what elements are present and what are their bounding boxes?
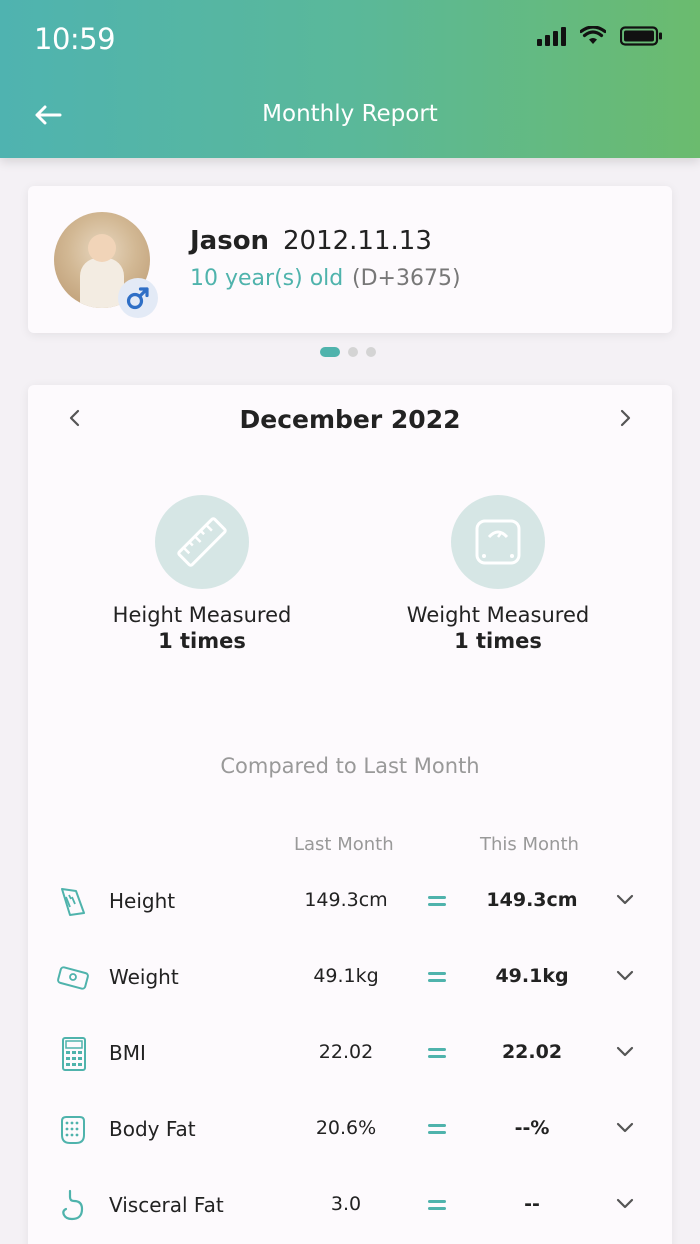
page-title: Monthly Report	[262, 101, 438, 127]
metric-name: Height	[109, 889, 176, 913]
metric-last-month: 49.1kg	[313, 965, 379, 987]
wifi-icon	[580, 26, 606, 44]
compare-title: Compared to Last Month	[220, 754, 480, 778]
ruler-icon	[155, 495, 249, 589]
chevron-right-icon[interactable]	[614, 407, 636, 429]
scale-icon	[451, 495, 545, 589]
page-dot[interactable]	[320, 347, 340, 357]
profile-birthdate: 2012.11.13	[283, 226, 432, 256]
battery-icon	[620, 26, 662, 46]
height-measured-count: 1 times	[158, 629, 246, 653]
column-header-this-month: This Month	[480, 834, 579, 855]
metric-name: BMI	[109, 1041, 146, 1065]
metric-row-visceral-fat[interactable]: Visceral Fat 3.0 --	[28, 1189, 672, 1244]
metric-this-month: --%	[514, 1117, 550, 1139]
metric-row-bmi[interactable]: BMI 22.02 22.02	[28, 1037, 672, 1097]
calculator-icon	[62, 1037, 86, 1071]
chevron-down-icon[interactable]	[615, 891, 635, 907]
page-dot[interactable]	[366, 347, 376, 357]
column-header-last-month: Last Month	[294, 834, 394, 855]
metric-this-month: 149.3cm	[486, 889, 578, 911]
metric-last-month: 22.02	[318, 1041, 374, 1063]
app-header: 10:59 Monthly Report	[0, 0, 700, 158]
ruler-icon	[61, 888, 85, 916]
status-time: 10:59	[34, 22, 116, 56]
metric-last-month: 20.6%	[315, 1117, 377, 1139]
profile-card[interactable]: Jason 2012.11.13 10 year(s) old (D+3675)	[28, 186, 672, 333]
metric-name: Body Fat	[109, 1117, 196, 1141]
metric-name: Visceral Fat	[109, 1193, 224, 1217]
page-dot[interactable]	[348, 347, 358, 357]
profile-dday: (D+3675)	[352, 266, 461, 291]
chevron-down-icon[interactable]	[615, 967, 635, 983]
body-fat-icon	[61, 1116, 85, 1144]
metric-this-month: --	[524, 1193, 540, 1215]
weight-measured-summary: Weight Measured 1 times	[368, 495, 628, 653]
height-measured-summary: Height Measured 1 times	[72, 495, 332, 653]
metric-this-month: 22.02	[501, 1041, 563, 1063]
gender-badge	[118, 278, 158, 318]
report-card: December 2022 Height Measured 1 times We…	[28, 385, 672, 1244]
male-icon	[126, 287, 149, 310]
chevron-down-icon[interactable]	[615, 1195, 635, 1211]
chevron-down-icon[interactable]	[615, 1043, 635, 1059]
profile-name: Jason	[190, 226, 270, 256]
height-measured-label: Height Measured	[112, 603, 292, 627]
metric-row-weight[interactable]: Weight 49.1kg 49.1kg	[28, 961, 672, 1021]
chevron-down-icon[interactable]	[615, 1119, 635, 1135]
signal-icon	[537, 26, 566, 46]
weight-measured-count: 1 times	[454, 629, 542, 653]
metric-row-body-fat[interactable]: Body Fat 20.6% --%	[28, 1113, 672, 1173]
metric-name: Weight	[109, 965, 179, 989]
month-title: December 2022	[239, 405, 461, 434]
scale-icon	[57, 966, 89, 990]
stomach-icon	[62, 1189, 84, 1221]
page-indicator	[320, 347, 376, 357]
status-icons	[537, 26, 664, 46]
profile-age: 10 year(s) old	[190, 266, 344, 291]
metric-row-height[interactable]: Height 149.3cm 149.3cm	[28, 885, 672, 945]
metric-this-month: 49.1kg	[495, 965, 569, 987]
metric-last-month: 3.0	[330, 1193, 362, 1215]
metric-last-month: 149.3cm	[304, 889, 388, 911]
weight-measured-label: Weight Measured	[406, 603, 590, 627]
